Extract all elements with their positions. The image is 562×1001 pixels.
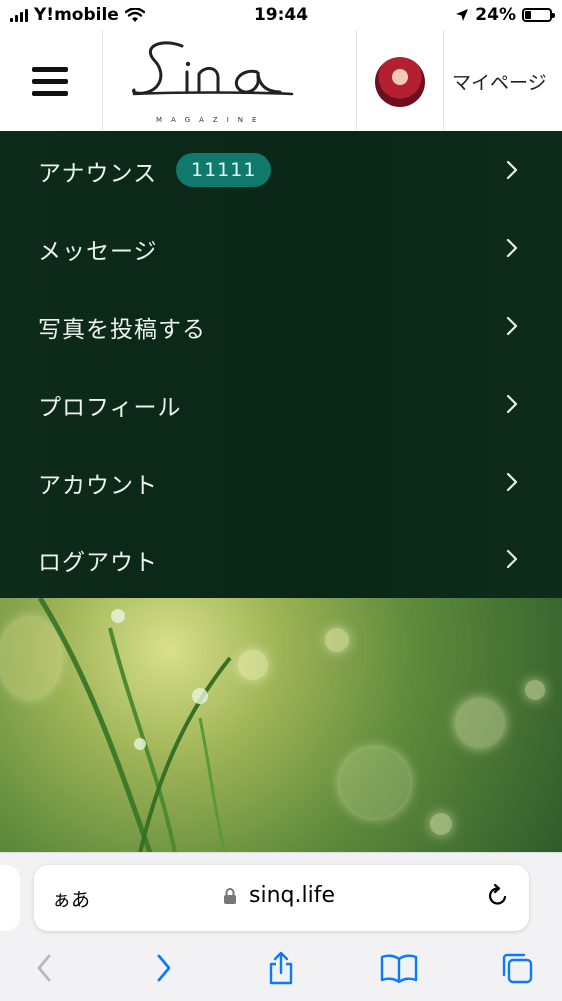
share-button[interactable]	[261, 948, 301, 988]
user-avatar[interactable]	[375, 57, 425, 107]
tabs-icon	[502, 953, 533, 984]
chevron-right-icon	[506, 472, 518, 492]
hamburger-bar	[32, 91, 68, 96]
forward-button[interactable]	[144, 948, 184, 988]
nav-menu: アナウンス 11111 メッセージ 写真を投稿する プロフィール アカウント ロ…	[0, 131, 562, 598]
chevron-left-icon	[37, 954, 51, 982]
status-bar: Y!mobile 19:44 24%	[0, 0, 562, 30]
hamburger-menu-button[interactable]	[32, 67, 68, 96]
lock-icon	[224, 888, 236, 904]
book-icon	[380, 954, 418, 983]
back-button[interactable]	[24, 948, 64, 988]
tabs-button[interactable]	[497, 948, 537, 988]
hamburger-bar	[32, 67, 68, 72]
sinq-logo-mark	[132, 41, 294, 96]
battery-icon	[522, 8, 555, 22]
chevron-right-icon	[506, 394, 518, 414]
menu-item-announce[interactable]: アナウンス 11111	[0, 131, 562, 208]
page-settings-button[interactable]: ぁあ	[52, 885, 90, 912]
divider	[443, 30, 444, 130]
menu-item-label: 写真を投稿する	[38, 317, 206, 343]
menu-item-account[interactable]: アカウント	[0, 443, 562, 520]
hamburger-bar	[32, 79, 68, 84]
address-bar[interactable]: ぁあ sinq.life	[34, 865, 529, 931]
url-host: sinq.life	[249, 883, 335, 908]
chevron-right-icon	[506, 160, 518, 180]
announce-count-badge: 11111	[176, 153, 272, 187]
safari-bottom-bar: ぁあ sinq.life	[0, 852, 562, 1001]
location-arrow-icon	[456, 9, 469, 21]
divider	[102, 30, 103, 130]
menu-item-label: プロフィール	[38, 395, 182, 421]
site-logo[interactable]: MAGAZINE	[132, 38, 297, 128]
menu-item-logout[interactable]: ログアウト	[0, 520, 562, 597]
menu-item-profile[interactable]: プロフィール	[0, 365, 562, 442]
reload-icon[interactable]	[485, 883, 511, 909]
menu-item-label: アカウント	[38, 473, 158, 499]
menu-item-label: アナウンス	[38, 161, 158, 187]
chevron-right-icon	[157, 954, 171, 982]
browser-toolbar	[0, 948, 562, 993]
menu-item-messages[interactable]: メッセージ	[0, 209, 562, 286]
status-right: 24%	[455, 5, 555, 25]
mypage-link[interactable]: マイページ	[452, 68, 547, 95]
battery-percent: 24%	[475, 5, 516, 25]
menu-item-post-photo[interactable]: 写真を投稿する	[0, 287, 562, 364]
grass-blades	[37, 598, 232, 853]
chevron-right-icon	[506, 549, 518, 569]
bookmarks-button[interactable]	[379, 948, 419, 988]
hero-photo-grass	[0, 598, 562, 853]
chevron-right-icon	[506, 238, 518, 258]
menu-item-label: メッセージ	[38, 239, 158, 265]
share-icon	[269, 951, 293, 985]
previous-tab-preview[interactable]	[0, 865, 20, 931]
chevron-right-icon	[506, 316, 518, 336]
site-header: MAGAZINE マイページ	[0, 30, 562, 132]
menu-item-label: ログアウト	[38, 550, 158, 576]
divider	[356, 30, 357, 130]
logo-subtitle: MAGAZINE	[156, 116, 266, 124]
